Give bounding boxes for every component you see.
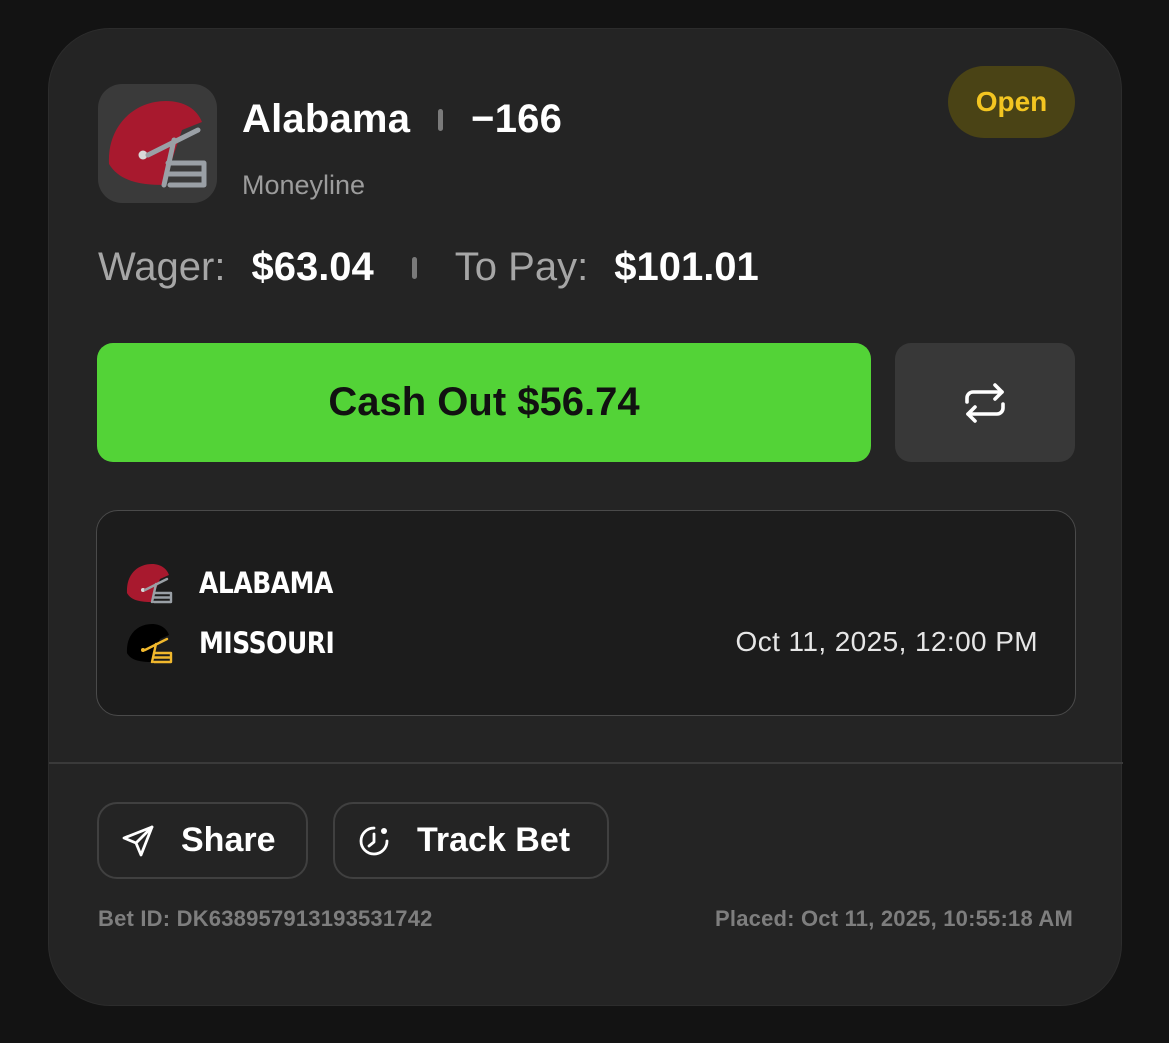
team-row-missouri: MISSOURI (125, 621, 356, 665)
alabama-helmet-icon (108, 101, 207, 188)
team-name: ALABAMA (199, 566, 333, 600)
separator (438, 108, 444, 131)
game-datetime: Oct 11, 2025, 12:00 PM (735, 626, 1038, 657)
bet-card: Alabama −166 Moneyline Open Wager: $63.0… (48, 28, 1123, 1006)
bet-title: Alabama −166 (242, 97, 562, 142)
share-label: Share (181, 821, 276, 859)
bet-odds: −166 (471, 97, 563, 141)
share-button[interactable]: Share (97, 802, 308, 879)
separator (411, 256, 417, 279)
bet-amounts: Wager: $63.04 To Pay: $101.01 (98, 245, 759, 290)
team-name: MISSOURI (199, 626, 335, 660)
bet-id: Bet ID: DK638957913193531742 (98, 906, 433, 931)
repeat-icon (965, 382, 1005, 423)
alabama-helmet-icon (126, 564, 173, 604)
missouri-helmet-icon (126, 624, 173, 664)
wager-label: Wager: (98, 245, 226, 289)
refresh-button[interactable] (895, 343, 1075, 462)
team-logo (98, 84, 217, 203)
cash-out-button[interactable]: Cash Out $56.74 (97, 343, 871, 462)
bet-type: Moneyline (242, 170, 366, 200)
topay-value: $101.01 (614, 245, 759, 289)
track-bet-button[interactable]: Track Bet (333, 802, 609, 879)
wager-value: $63.04 (251, 245, 374, 289)
track-clock-icon (357, 824, 391, 858)
status-badge: Open (948, 66, 1075, 138)
topay-label: To Pay: (454, 245, 589, 289)
placed-timestamp: Placed: Oct 11, 2025, 10:55:18 AM (715, 906, 1073, 931)
send-icon (121, 824, 155, 858)
bet-team: Alabama (242, 97, 411, 141)
game-info[interactable]: ALABAMA MISSOURI Oct 11, 2025, 12:00 PM (96, 510, 1076, 716)
divider (49, 762, 1123, 764)
team-row-alabama: ALABAMA (125, 561, 355, 605)
track-bet-label: Track Bet (417, 821, 571, 859)
